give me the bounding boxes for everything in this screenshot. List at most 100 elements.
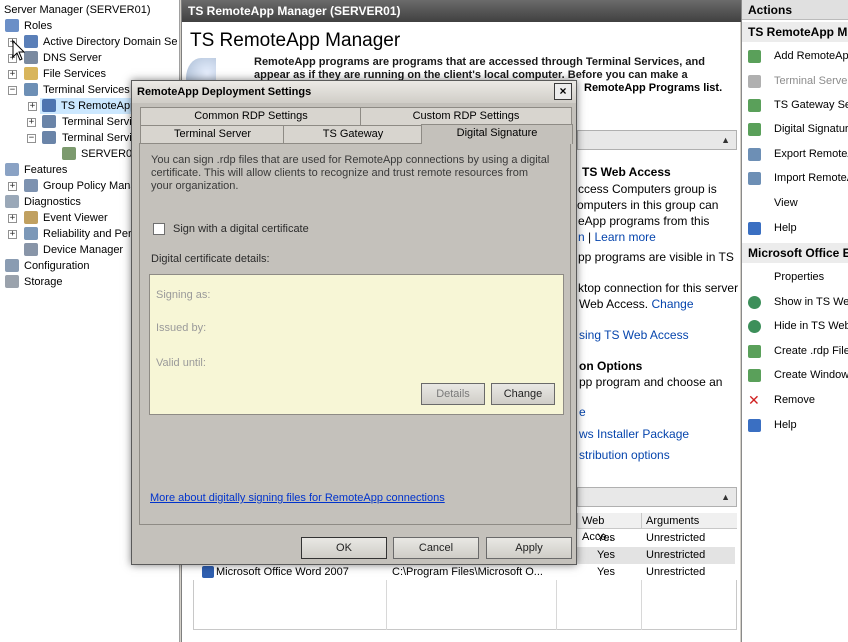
tree-item-label: TS RemoteApp (61, 100, 137, 112)
action-create-windows-installer[interactable]: Create Window (742, 365, 848, 385)
column-header-arguments[interactable]: Arguments (641, 513, 737, 529)
collapse-icon[interactable]: − (8, 86, 17, 95)
action-remove[interactable]: ✕ Remove (742, 390, 848, 410)
expand-icon[interactable]: + (8, 230, 17, 239)
certificate-details-box: Signing as: Issued by: Valid until: Deta… (149, 274, 564, 415)
tab-terminal-server[interactable]: Terminal Server (140, 125, 285, 143)
action-help-2[interactable]: Help (742, 415, 848, 435)
intro-text: RemoteApp programs are programs that are… (254, 56, 705, 81)
configuration-icon (5, 259, 19, 272)
action-add-remoteapp[interactable]: Add RemoteAp (742, 46, 848, 66)
overview-section-bar: ▲ (577, 130, 737, 150)
reliability-icon (24, 227, 38, 240)
installer-package-link[interactable]: ws Installer Package (579, 426, 689, 442)
action-help[interactable]: Help (742, 218, 848, 238)
web-access-line: pp programs are visible in TS (578, 250, 734, 264)
expand-icon[interactable]: + (8, 182, 17, 191)
tree-item-label: SERVER01 (81, 148, 139, 160)
web-access-line: eApp programs from this (578, 214, 710, 228)
tree-item-label: Terminal Servi (62, 132, 132, 144)
tab-custom-rdp-settings[interactable]: Custom RDP Settings (360, 107, 572, 125)
cancel-button[interactable]: Cancel (393, 537, 479, 559)
cell-web-access: Yes (597, 532, 615, 544)
signing-help-link[interactable]: More about digitally signing files for R… (150, 492, 445, 504)
cell-web-access: Yes (597, 549, 615, 561)
server-icon (748, 75, 761, 88)
server-icon (62, 147, 76, 160)
programs-section-bar: ▲ (577, 487, 737, 507)
collapse-icon[interactable]: ▲ (721, 135, 730, 145)
action-ts-gateway[interactable]: TS Gateway Se (742, 95, 848, 115)
web-access-link[interactable]: n (578, 230, 585, 244)
web-access-line: omputers in this group can (577, 198, 719, 212)
action-properties[interactable]: Properties (742, 267, 848, 287)
action-label: Help (774, 419, 797, 431)
action-show-in-ts-web[interactable]: Show in TS We (742, 292, 848, 312)
details-button[interactable]: Details (421, 383, 485, 405)
sign-certificate-checkbox[interactable] (153, 223, 165, 235)
action-hide-in-ts-web[interactable]: Hide in TS Web (742, 316, 848, 336)
using-web-access-link[interactable]: sing TS Web Access (579, 327, 689, 343)
apply-button[interactable]: Apply (486, 537, 572, 559)
hide-icon (748, 320, 761, 333)
actions-section-remoteapp[interactable]: TS RemoteApp M (742, 22, 848, 42)
action-terminal-server[interactable]: Terminal Server (742, 71, 848, 91)
separator: | (584, 230, 595, 244)
action-label: Import RemoteA (774, 172, 848, 184)
help-icon (748, 419, 761, 432)
tree-item-label: Group Policy Mana (43, 180, 137, 192)
action-export[interactable]: Export RemoteA (742, 144, 848, 164)
action-digital-signature[interactable]: Digital Signature (742, 119, 848, 139)
action-label: Show in TS We (774, 296, 848, 308)
tab-common-rdp-settings[interactable]: Common RDP Settings (140, 107, 362, 125)
page-title: TS RemoteApp Manager (190, 30, 401, 51)
issued-by-label: Issued by: (156, 322, 207, 334)
action-import[interactable]: Import RemoteA (742, 168, 848, 188)
create-icon (748, 369, 761, 382)
tree-item-roles[interactable]: Roles (0, 18, 179, 34)
tree-item-dns-server[interactable]: + DNS Server (0, 50, 179, 66)
change-link[interactable]: Change (651, 297, 693, 311)
cell-arguments: Unrestricted (646, 532, 706, 544)
valid-until-label: Valid until: (156, 357, 206, 369)
collapse-icon[interactable]: − (27, 134, 36, 143)
web-access-change-row: Web Access. Change (579, 296, 694, 312)
close-button[interactable]: × (554, 83, 572, 100)
tab-digital-signature[interactable]: Digital Signature (421, 124, 573, 144)
dialog-title: RemoteApp Deployment Settings (132, 81, 576, 103)
ok-button[interactable]: OK (301, 537, 387, 559)
signing-as-label: Signing as: (156, 289, 211, 301)
change-button[interactable]: Change (491, 383, 555, 405)
expand-icon[interactable]: + (28, 102, 37, 111)
action-label: Properties (774, 271, 825, 283)
tree-item-label: Features (24, 164, 68, 176)
action-create-rdp[interactable]: Create .rdp File (742, 341, 848, 361)
tab-ts-gateway[interactable]: TS Gateway (283, 125, 423, 143)
cell-arguments: Unrestricted (646, 566, 706, 578)
expand-icon[interactable]: + (8, 70, 17, 79)
action-label: TS Gateway Se (774, 99, 848, 111)
actions-section-office[interactable]: Microsoft Office E (742, 243, 848, 263)
expand-icon[interactable]: + (27, 118, 36, 127)
tree-item-label: Roles (24, 20, 53, 32)
cell-arguments: Unrestricted (646, 549, 706, 561)
web-access-links: n | Learn more (578, 229, 656, 245)
action-label: View (774, 197, 798, 209)
web-access-text: Web Access. (579, 297, 649, 311)
table-row[interactable]: Microsoft Office Word 2007 C:\Program Fi… (200, 564, 735, 581)
learn-more-link[interactable]: Learn more (594, 230, 655, 244)
action-label: Hide in TS Web (774, 320, 848, 332)
add-icon (748, 50, 761, 63)
action-view[interactable]: View (742, 193, 848, 213)
distribution-options-link[interactable]: stribution options (579, 447, 670, 463)
import-icon (748, 172, 761, 185)
tree-item-active-directory[interactable]: + Active Directory Domain Se (0, 34, 179, 50)
dns-icon (24, 51, 38, 64)
expand-icon[interactable]: + (8, 214, 17, 223)
options-link[interactable]: e (579, 404, 586, 420)
column-header-web-access[interactable]: Web Acce... (577, 513, 637, 543)
collapse-icon[interactable]: ▲ (721, 492, 730, 502)
options-line: pp program and choose an (579, 375, 723, 389)
options-heading: on Options (579, 359, 643, 373)
center-header: TS RemoteApp Manager (SERVER01) (182, 0, 741, 22)
